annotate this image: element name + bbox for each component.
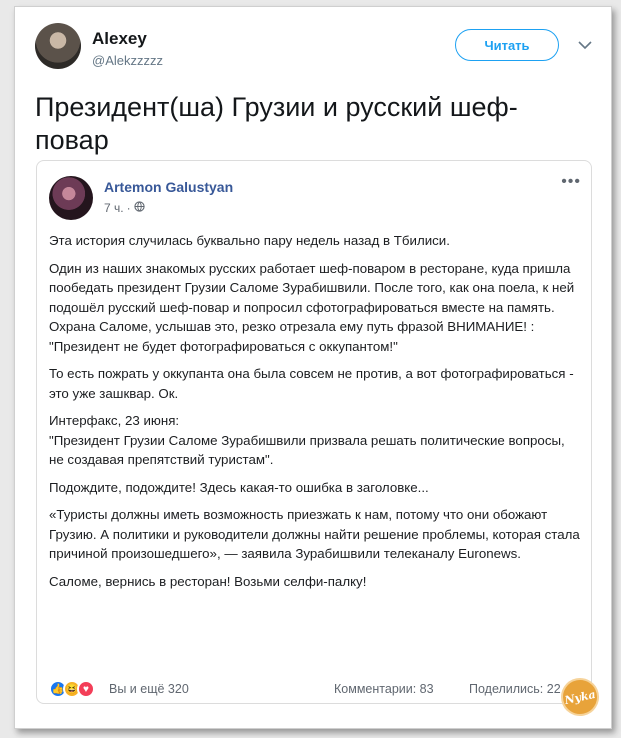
embed-avatar[interactable] <box>49 176 93 220</box>
embed-paragraph: Интерфакс, 23 июня: "Президент Грузии Са… <box>49 413 565 467</box>
meta-separator: · <box>126 201 131 215</box>
tweet-header: Alexey @Alekzzzzz Читать <box>35 23 592 79</box>
screenshot-frame: Alexey @Alekzzzzz Читать Президент(ша) Г… <box>14 6 612 729</box>
avatar[interactable] <box>35 23 81 69</box>
embed-meta: 7 ч. · <box>104 201 145 215</box>
follow-button[interactable]: Читать <box>455 29 559 61</box>
globe-icon <box>133 201 145 215</box>
embed-paragraph: Саломе, вернись в ресторан! Возьми селфи… <box>49 573 367 589</box>
embed-paragraph: Один из наших знакомых русских работает … <box>49 260 575 354</box>
more-dots-icon[interactable]: ••• <box>561 173 581 191</box>
reactions-count[interactable]: Вы и ещё 320 <box>109 682 189 696</box>
love-reaction-icon: ♥ <box>77 680 95 698</box>
embed-paragraph: Эта история случилась буквально пару нед… <box>49 233 450 248</box>
shares-count[interactable]: Поделились: 22 <box>469 682 561 696</box>
embed-footer: 👍 😆 ♥ Вы и ещё 320 Комментарии: 83 Подел… <box>49 680 589 700</box>
embed-body: Эта история случилась буквально пару нед… <box>49 231 581 599</box>
embed-paragraph: Подождите, подождите! Здесь какая-то оши… <box>49 479 429 495</box>
chevron-down-icon[interactable] <box>575 35 595 55</box>
reaction-icons[interactable]: 👍 😆 ♥ <box>49 680 95 698</box>
author-name[interactable]: Alexey <box>92 29 147 49</box>
tweet-text: Президент(ша) Грузии и русский шеф-повар <box>35 92 518 155</box>
embed-paragraph: «Туристы должны иметь возможность приезж… <box>49 507 580 561</box>
author-handle[interactable]: @Alekzzzzz <box>92 53 163 68</box>
embed-paragraph: То есть пожрать у оккупанта она была сов… <box>49 366 574 401</box>
embed-time[interactable]: 7 ч. <box>104 201 124 215</box>
embed-author-name[interactable]: Artemon Galustyan <box>104 179 233 195</box>
embedded-post[interactable]: Artemon Galustyan 7 ч. · ••• Эта история… <box>36 160 592 704</box>
comments-count[interactable]: Комментарии: 83 <box>334 682 434 696</box>
